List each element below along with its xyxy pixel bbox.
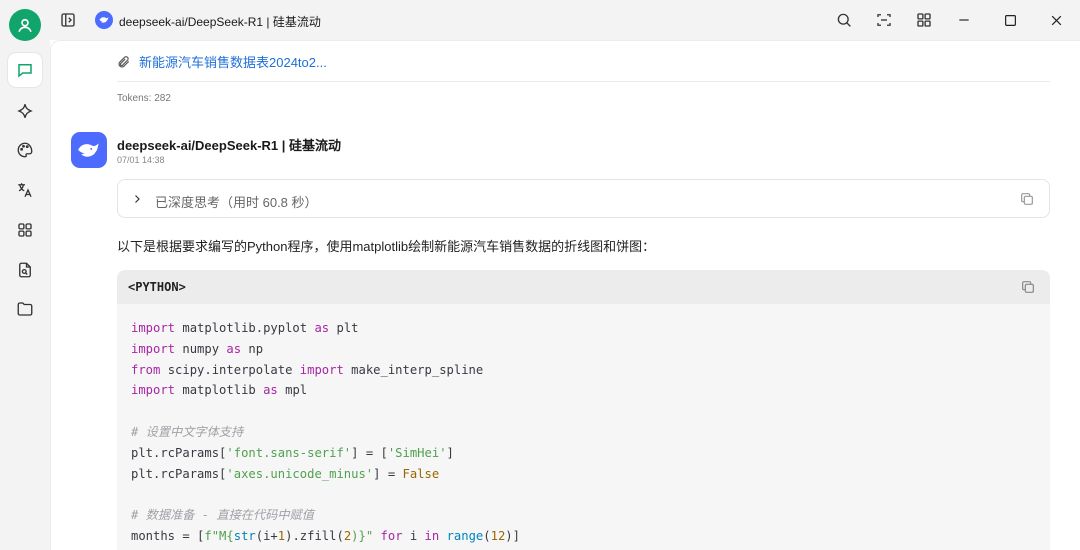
scan-icon bbox=[877, 14, 891, 26]
close-icon bbox=[1051, 15, 1061, 25]
chat-icon bbox=[18, 64, 32, 78]
paperclip-icon bbox=[118, 55, 130, 67]
code-line: import numpy as np bbox=[131, 341, 264, 356]
folder-icon bbox=[17, 302, 33, 316]
model-avatar bbox=[71, 132, 107, 168]
apps-grid-icon bbox=[18, 223, 32, 237]
model-name: deepseek-ai/DeepSeek-R1 | 硅基流动 bbox=[117, 138, 342, 153]
search-button[interactable] bbox=[833, 9, 855, 31]
code-block-header: <PYTHON> bbox=[117, 270, 1050, 304]
user-icon bbox=[18, 18, 32, 33]
translate-icon bbox=[18, 183, 32, 198]
code-line: plt.rcParams['font.sans-serif'] = ['SimH… bbox=[131, 445, 454, 460]
copy-icon bbox=[1021, 193, 1033, 205]
scan-button[interactable] bbox=[873, 9, 895, 31]
palette-icon bbox=[17, 142, 33, 158]
window-title: deepseek-ai/DeepSeek-R1 | 硅基流动 bbox=[119, 15, 321, 29]
copy-icon bbox=[1022, 281, 1034, 293]
sparkle-icon bbox=[17, 104, 33, 118]
code-line: plt.rcParams['axes.unicode_minus'] = Fal… bbox=[131, 466, 440, 481]
maximize-icon bbox=[1004, 14, 1016, 26]
code-line: # 设置中文字体支持 bbox=[131, 424, 244, 439]
sidebar-item-knowledge[interactable] bbox=[8, 253, 42, 287]
search-icon bbox=[837, 13, 851, 27]
divider bbox=[117, 81, 1050, 82]
token-count: Tokens: 282 bbox=[117, 93, 171, 104]
code-language-label: <PYTHON> bbox=[128, 280, 186, 294]
toggle-sidebar-button[interactable] bbox=[58, 10, 78, 30]
attachment-link[interactable]: 新能源汽车销售数据表2024to2... bbox=[139, 52, 327, 71]
code-line: import matplotlib as mpl bbox=[131, 383, 308, 398]
attachment[interactable]: 新能源汽车销售数据表2024to2... bbox=[117, 52, 327, 71]
title-bar: deepseek-ai/DeepSeek-R1 | 硅基流动 bbox=[50, 0, 1080, 40]
close-button[interactable] bbox=[1045, 9, 1067, 31]
document-search-icon bbox=[19, 262, 31, 278]
chat-content: 新能源汽车销售数据表2024to2... Tokens: 282 deepsee… bbox=[50, 40, 1080, 550]
sidebar-item-chat[interactable] bbox=[8, 53, 42, 87]
sidebar-item-files[interactable] bbox=[8, 292, 42, 326]
thinking-panel[interactable]: 已深度思考（用时 60.8 秒） bbox=[117, 179, 1050, 218]
deepseek-logo-icon bbox=[95, 11, 113, 29]
sidebar-item-assistant[interactable] bbox=[8, 94, 42, 128]
minimize-button[interactable] bbox=[953, 9, 975, 31]
sidebar-item-apps[interactable] bbox=[8, 213, 42, 247]
user-avatar[interactable] bbox=[9, 9, 41, 41]
message-timestamp: 07/01 14:38 bbox=[117, 155, 165, 165]
sidebar-toggle-icon bbox=[61, 13, 75, 27]
copy-thinking-button[interactable] bbox=[1019, 191, 1035, 207]
code-line: import matplotlib.pyplot as plt bbox=[131, 321, 359, 335]
code-line: # 数据准备 - 直接在代码中赋值 bbox=[131, 508, 314, 523]
layout-grid-icon bbox=[917, 13, 931, 27]
layout-button[interactable] bbox=[913, 9, 935, 31]
deepseek-whale-icon bbox=[78, 143, 99, 157]
minimize-icon bbox=[959, 19, 969, 21]
code-line: months = [f"M{str(i+1).zfill(2)}" for i … bbox=[131, 528, 520, 543]
chevron-right-icon bbox=[130, 192, 144, 206]
copy-code-button[interactable] bbox=[1020, 279, 1036, 295]
sidebar-item-paint[interactable] bbox=[8, 133, 42, 167]
thinking-label: 已深度思考（用时 60.8 秒） bbox=[155, 195, 318, 210]
reply-intro-text: 以下是根据要求编写的Python程序，使用matplotlib绘制新能源汽车销售… bbox=[117, 239, 656, 254]
sidebar-item-translate[interactable] bbox=[8, 173, 42, 207]
maximize-button[interactable] bbox=[999, 9, 1021, 31]
code-block: <PYTHON> import matplotlib.pyplot as plt… bbox=[117, 270, 1050, 550]
code-content: import matplotlib.pyplot as plt import nu… bbox=[131, 318, 520, 547]
code-line: from scipy.interpolate import make_inter… bbox=[131, 362, 484, 377]
left-sidebar bbox=[0, 0, 50, 550]
